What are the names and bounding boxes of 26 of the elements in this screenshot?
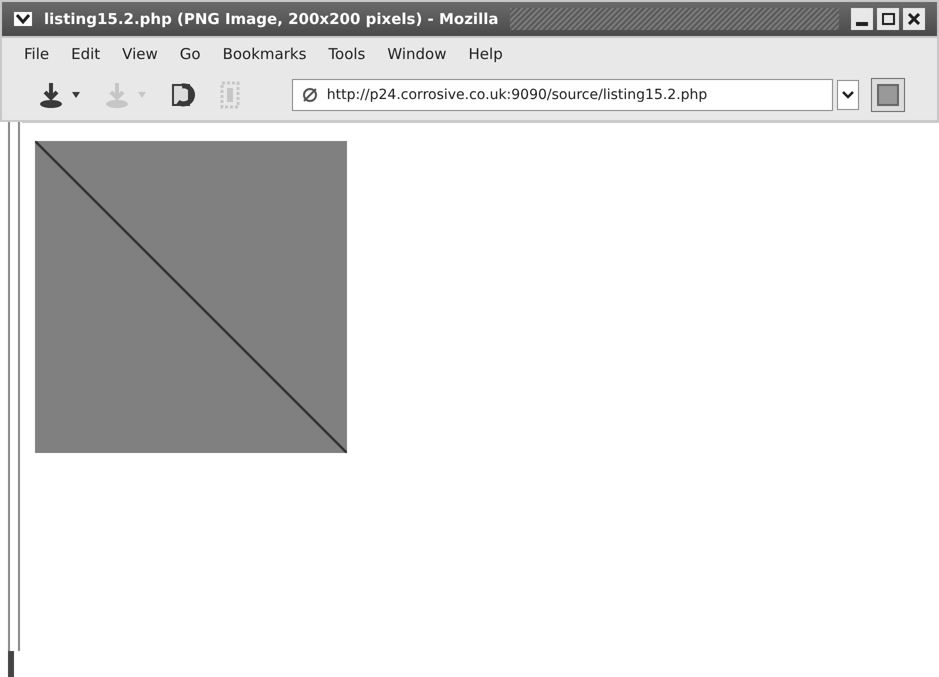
maximize-button[interactable] [877,8,899,30]
go-button[interactable] [871,78,905,112]
minimize-icon [856,22,868,26]
window-menu-icon[interactable] [14,12,32,26]
address-text: http://p24.corrosive.co.uk:9090/source/listing15.2.php [326,86,708,104]
arrow-icon [38,81,64,109]
menu-item[interactable]: File [14,42,60,66]
menu-item[interactable]: Tools [318,42,376,66]
menu-item[interactable]: Help [458,42,513,66]
caret-icon [842,91,854,99]
maximize-icon [882,13,894,25]
dropdown-button[interactable] [837,80,859,110]
square-icon [877,84,899,106]
arrow-icon [104,81,130,109]
menu-item[interactable]: Bookmarks [212,42,316,66]
close-icon [908,13,920,25]
menu-item[interactable]: Go [170,42,211,66]
menu-item[interactable]: View [112,42,168,66]
menu-item[interactable]: Edit [61,42,110,66]
caret-icon [138,92,146,98]
close-button[interactable] [903,8,925,30]
minimize-button[interactable] [851,8,873,30]
menu-item[interactable]: Window [377,42,457,66]
window-title: listing15.2.php (PNG Image, 200x200 pixels) - Mozilla [44,8,498,30]
address-field[interactable]: http://p24.corrosive.co.uk:9090/source/listing15.2.php [292,79,833,111]
caret-icon [72,92,80,98]
